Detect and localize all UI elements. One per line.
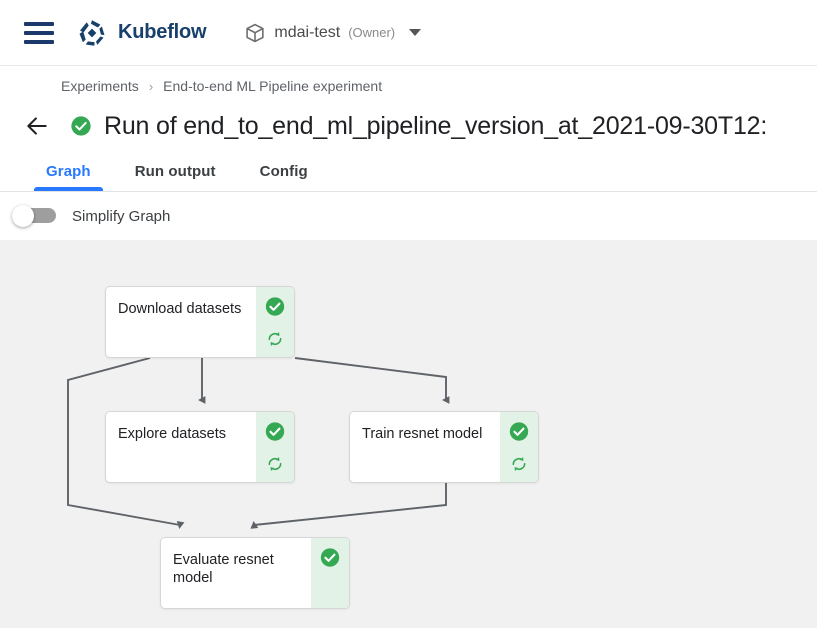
package-box-icon	[244, 22, 266, 44]
graph-node-train-resnet-model[interactable]: Train resnet model	[349, 411, 539, 483]
node-status-strip	[311, 538, 349, 608]
node-body: Download datasets	[106, 287, 256, 357]
chevron-down-icon	[409, 29, 421, 36]
node-label: Evaluate resnet model	[173, 551, 301, 587]
pipeline-graph-canvas[interactable]: Download datasets Explore datasets	[0, 240, 817, 628]
breadcrumb-experiments-link[interactable]: Experiments	[61, 78, 139, 94]
node-body: Evaluate resnet model	[161, 538, 311, 608]
node-body: Train resnet model	[350, 412, 500, 482]
success-check-icon	[265, 296, 286, 317]
graph-toolbar: Simplify Graph	[0, 192, 817, 240]
node-label: Download datasets	[118, 300, 246, 318]
success-check-icon	[265, 421, 286, 442]
kubeflow-logo-icon	[76, 17, 108, 49]
tab-run-output[interactable]: Run output	[113, 163, 238, 191]
namespace-role: (Owner)	[348, 25, 395, 40]
cached-refresh-icon	[509, 454, 529, 474]
tab-config[interactable]: Config	[238, 163, 330, 191]
node-body: Explore datasets	[106, 412, 256, 482]
graph-node-download-datasets[interactable]: Download datasets	[105, 286, 295, 358]
namespace-name: mdai-test	[274, 24, 340, 42]
success-check-icon	[509, 421, 530, 442]
success-check-icon	[320, 547, 341, 568]
page-title: Run of end_to_end_ml_pipeline_version_at…	[104, 112, 767, 141]
simplify-graph-toggle[interactable]	[12, 205, 58, 227]
cached-refresh-icon	[265, 454, 285, 474]
hamburger-menu-icon[interactable]	[24, 22, 54, 44]
page-title-row: Run of end_to_end_ml_pipeline_version_at…	[0, 101, 817, 151]
graph-node-evaluate-resnet-model[interactable]: Evaluate resnet model	[160, 537, 350, 609]
node-status-strip	[256, 412, 294, 482]
simplify-graph-label: Simplify Graph	[72, 208, 170, 225]
node-label: Train resnet model	[362, 425, 490, 443]
cached-refresh-icon	[265, 329, 285, 349]
tab-graph[interactable]: Graph	[24, 163, 113, 191]
edge-download-to-train	[295, 358, 446, 400]
brand-name: Kubeflow	[118, 21, 206, 44]
tab-bar: Graph Run output Config	[0, 151, 817, 192]
success-check-icon	[70, 115, 92, 137]
namespace-selector[interactable]: mdai-test (Owner)	[244, 22, 421, 44]
node-status-strip	[500, 412, 538, 482]
node-label: Explore datasets	[118, 425, 246, 443]
graph-node-explore-datasets[interactable]: Explore datasets	[105, 411, 295, 483]
breadcrumb: Experiments › End-to-end ML Pipeline exp…	[0, 71, 817, 101]
toggle-knob	[12, 205, 34, 227]
breadcrumb-separator-icon: ›	[149, 79, 153, 94]
brand-logo-link[interactable]: Kubeflow	[76, 17, 206, 49]
app-header: Kubeflow mdai-test (Owner)	[0, 0, 817, 66]
breadcrumb-current[interactable]: End-to-end ML Pipeline experiment	[163, 78, 382, 94]
node-status-strip	[256, 287, 294, 357]
back-arrow-icon[interactable]	[24, 113, 50, 139]
edge-train-to-evaluate	[254, 483, 446, 525]
